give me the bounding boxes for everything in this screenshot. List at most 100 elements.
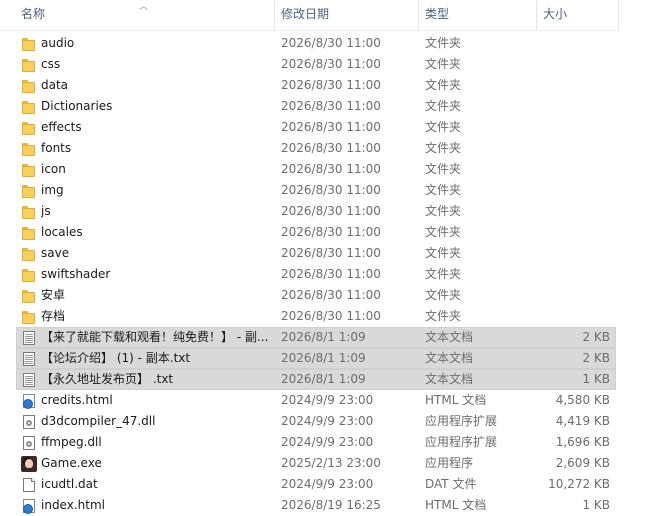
file-name: locales (41, 225, 83, 239)
file-type: 文件夹 (425, 36, 462, 50)
file-modified-date: 2026/8/30 11:00 (281, 162, 381, 176)
file-size: 1,696 KB (555, 435, 610, 449)
file-type: 应用程序扩展 (425, 414, 498, 428)
file-name: 【来了就能下载和观看！纯免费！】 - 副... (41, 330, 269, 344)
file-name: data (41, 78, 69, 92)
file-size (536, 138, 610, 159)
file-type: 文件夹 (425, 57, 462, 71)
file-name: ffmpeg.dll (41, 435, 102, 449)
file-modified-date: 2026/8/30 11:00 (281, 267, 381, 281)
file-type: 文件夹 (425, 267, 462, 281)
file-type: 文件夹 (425, 225, 462, 239)
file-size (536, 180, 610, 201)
column-divider[interactable] (618, 0, 619, 30)
file-modified-date: 2026/8/30 11:00 (281, 288, 381, 302)
file-size (536, 222, 610, 243)
file-name: 安卓 (41, 288, 66, 302)
file-modified-date: 2026/8/1 1:09 (281, 330, 366, 344)
file-row[interactable]: css 2026/8/30 11:00 文件夹 (16, 54, 616, 75)
file-row[interactable]: 【来了就能下载和观看！纯免费！】 - 副... 2026/8/1 1:09 文本文档… (16, 327, 616, 348)
file-type: 文件夹 (425, 162, 462, 176)
file-row[interactable]: effects 2026/8/30 11:00 文件夹 (16, 117, 616, 138)
folder-icon (21, 99, 37, 115)
file-row[interactable]: Dictionaries 2026/8/30 11:00 文件夹 (16, 96, 616, 117)
file-row[interactable]: 存档 2026/8/30 11:00 文件夹 (16, 306, 616, 327)
file-row[interactable]: icudtl.dat 2024/9/9 23:00 DAT 文件 10,272 KB (16, 474, 616, 495)
folder-icon (21, 246, 37, 262)
file-row[interactable]: Game.exe 2025/2/13 23:00 应用程序 2,609 KB (16, 453, 616, 474)
file-modified-date: 2026/8/30 11:00 (281, 57, 381, 71)
folder-icon (21, 57, 37, 73)
file-size (536, 201, 610, 222)
text-document-icon (21, 372, 37, 388)
file-size (536, 264, 610, 285)
file-type: 文件夹 (425, 99, 462, 113)
file-name: d3dcompiler_47.dll (41, 414, 156, 428)
file-modified-date: 2026/8/30 11:00 (281, 225, 381, 239)
file-name: effects (41, 120, 82, 134)
column-header-date[interactable]: 修改日期 (276, 0, 418, 30)
file-type: 文件夹 (425, 78, 462, 92)
file-size (536, 54, 610, 75)
folder-icon (21, 204, 37, 220)
file-size (536, 306, 610, 327)
file-type: 文件夹 (425, 309, 462, 323)
file-modified-date: 2024/9/9 23:00 (281, 477, 374, 491)
file-size: 2 KB (582, 330, 610, 344)
file-row[interactable]: 【论坛介绍】 (1) - 副本.txt 2026/8/1 1:09 文本文档 2 KB (16, 348, 616, 369)
file-row[interactable]: ffmpeg.dll 2024/9/9 23:00 应用程序扩展 1,696 KB (16, 432, 616, 453)
file-row[interactable]: data 2026/8/30 11:00 文件夹 (16, 75, 616, 96)
file-row[interactable]: credits.html 2024/9/9 23:00 HTML 文档 4,580 K… (16, 390, 616, 411)
file-row[interactable]: 安卓 2026/8/30 11:00 文件夹 (16, 285, 616, 306)
file-modified-date: 2026/8/30 11:00 (281, 246, 381, 260)
folder-icon (21, 78, 37, 94)
file-size (536, 117, 610, 138)
text-document-icon (21, 351, 37, 367)
folder-icon (21, 36, 37, 52)
folder-icon (21, 267, 37, 283)
file-size: 10,272 KB (548, 477, 610, 491)
file-type: 文件夹 (425, 183, 462, 197)
column-header-size[interactable]: 大小 (538, 0, 618, 30)
folder-icon (21, 183, 37, 199)
folder-icon (21, 225, 37, 241)
column-divider[interactable] (274, 0, 275, 30)
file-modified-date: 2026/8/30 11:00 (281, 78, 381, 92)
file-name: css (41, 57, 61, 71)
file-row[interactable]: audio 2026/8/30 11:00 文件夹 (16, 33, 616, 54)
file-row[interactable]: save 2026/8/30 11:00 文件夹 (16, 243, 616, 264)
file-type: 文件夹 (425, 246, 462, 260)
file-type: 文件夹 (425, 141, 462, 155)
file-size: 2,609 KB (555, 456, 610, 470)
file-size (536, 285, 610, 306)
column-header-name[interactable]: 名称 (16, 0, 274, 30)
file-name: credits.html (41, 393, 113, 407)
file-type: 文件夹 (425, 120, 462, 134)
file-size: 1 KB (582, 498, 610, 512)
file-type: 文本文档 (425, 351, 474, 365)
file-size (536, 33, 610, 54)
file-size (536, 75, 610, 96)
file-row[interactable]: icon 2026/8/30 11:00 文件夹 (16, 159, 616, 180)
html-document-icon (21, 498, 37, 514)
file-modified-date: 2026/8/30 11:00 (281, 36, 381, 50)
file-type: 文件夹 (425, 204, 462, 218)
file-row[interactable]: locales 2026/8/30 11:00 文件夹 (16, 222, 616, 243)
file-name: js (41, 204, 51, 218)
file-name: Game.exe (41, 456, 102, 470)
file-row[interactable]: index.html 2026/8/19 16:25 HTML 文档 1 KB (16, 495, 616, 516)
file-row[interactable]: d3dcompiler_47.dll 2024/9/9 23:00 应用程序扩展 4,… (16, 411, 616, 432)
file-row[interactable]: img 2026/8/30 11:00 文件夹 (16, 180, 616, 201)
column-divider[interactable] (418, 0, 419, 30)
file-name: img (41, 183, 64, 197)
file-name: index.html (41, 498, 105, 512)
file-row[interactable]: swiftshader 2026/8/30 11:00 文件夹 (16, 264, 616, 285)
file-row[interactable]: fonts 2026/8/30 11:00 文件夹 (16, 138, 616, 159)
file-size: 2 KB (582, 351, 610, 365)
file-row[interactable]: 【永久地址发布页】 .txt 2026/8/1 1:09 文本文档 1 KB (16, 369, 616, 390)
column-header-type[interactable]: 类型 (420, 0, 536, 30)
column-divider[interactable] (536, 0, 537, 30)
file-size (536, 96, 610, 117)
file-row[interactable]: js 2026/8/30 11:00 文件夹 (16, 201, 616, 222)
file-name: save (41, 246, 70, 260)
